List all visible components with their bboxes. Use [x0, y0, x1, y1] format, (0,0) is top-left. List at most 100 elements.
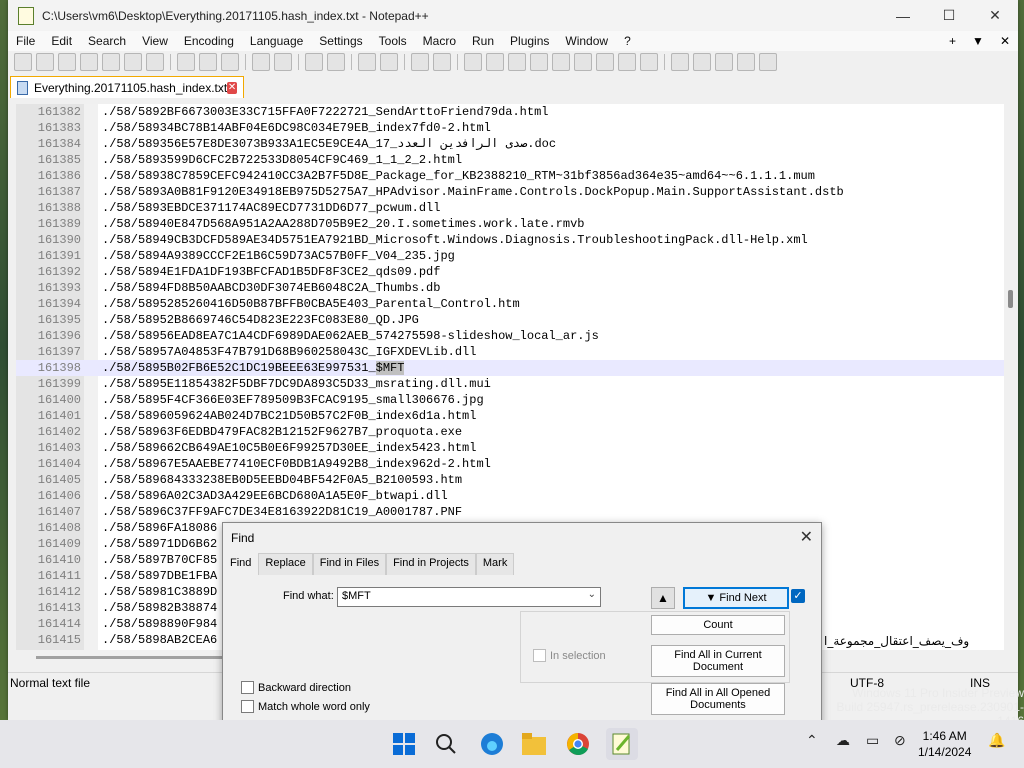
editor-line[interactable]: 161401 ./58/5896059624AB024D7BC21D50B57C2…	[16, 408, 1004, 424]
network-icon[interactable]: ☁	[836, 732, 850, 749]
word-wrap-icon[interactable]	[464, 53, 482, 71]
menu-run[interactable]: Run	[464, 34, 502, 48]
match-whole-word-checkbox[interactable]	[241, 700, 254, 713]
editor-line[interactable]: 161391 ./58/5894A9389CCCF2E1B6C59D73AC57B…	[16, 248, 1004, 264]
search-up-button[interactable]: ▲	[651, 587, 675, 609]
new-tab-plus-icon[interactable]: +	[941, 34, 964, 48]
backward-direction-option[interactable]: Backward direction	[241, 681, 351, 694]
open-file-icon[interactable]	[36, 53, 54, 71]
find-next-button[interactable]: ▼ Find Next	[683, 587, 789, 609]
find-all-opened-documents-button[interactable]: Find All in All Opened Documents	[651, 683, 785, 715]
tab-find-in-files[interactable]: Find in Files	[312, 553, 387, 575]
close-document-icon[interactable]: ✕	[992, 34, 1018, 48]
menu-plugins[interactable]: Plugins	[502, 34, 557, 48]
tab-mark[interactable]: Mark	[475, 553, 515, 575]
menu-window[interactable]: Window	[557, 34, 616, 48]
vertical-scroll-thumb[interactable]	[1008, 290, 1013, 308]
playback-macro-icon[interactable]	[715, 53, 733, 71]
stop-recording-icon[interactable]	[693, 53, 711, 71]
editor-line[interactable]: 161386 ./58/58938C7859CEFC942410CC3A2B7F5…	[16, 168, 1004, 184]
editor-line[interactable]: 161392 ./58/5894E1FDA1DF193BFCFAD1B5DF8F3…	[16, 264, 1004, 280]
menu-help[interactable]: ?	[616, 34, 639, 48]
find-all-current-document-button[interactable]: Find All in Current Document	[651, 645, 785, 677]
editor-line[interactable]: 161388 ./58/5893EBDCE371174AC89ECD7731DD6…	[16, 200, 1004, 216]
close-all-icon[interactable]	[124, 53, 142, 71]
editor-line[interactable]: 161383 ./58/58934BC78B14ABF04E6DC98C034E7…	[16, 120, 1004, 136]
menu-file[interactable]: File	[8, 34, 43, 48]
match-whole-word-option[interactable]: Match whole word only	[241, 700, 370, 713]
tab-find-in-projects[interactable]: Find in Projects	[386, 553, 476, 575]
menu-encoding[interactable]: Encoding	[176, 34, 242, 48]
find-dialog-close-icon[interactable]: ✕	[800, 527, 813, 547]
edge-browser-icon[interactable]	[476, 728, 508, 760]
editor-line[interactable]: 161403 ./58/589662CB649AE10C5B0E6F99257D3…	[16, 440, 1004, 456]
monitoring-icon[interactable]	[640, 53, 658, 71]
editor-line[interactable]: 161387 ./58/5893A0B81F9120E34918EB975D527…	[16, 184, 1004, 200]
chevron-down-icon[interactable]: ⌄	[588, 589, 596, 600]
function-list-icon[interactable]	[596, 53, 614, 71]
indent-guide-icon[interactable]	[508, 53, 526, 71]
copy-icon[interactable]	[199, 53, 217, 71]
editor-line[interactable]: 161398 ./58/5895B02FB6E52C1DC19BEEE63E997…	[16, 360, 1004, 376]
editor-line[interactable]: 161397 ./58/58957A04853F47B791D68B9602580…	[16, 344, 1004, 360]
editor-line[interactable]: 161389 ./58/58940E847D568A951A2AA288D705B…	[16, 216, 1004, 232]
search-icon[interactable]	[430, 728, 462, 760]
document-list-icon[interactable]	[574, 53, 592, 71]
menu-edit[interactable]: Edit	[43, 34, 80, 48]
sync-horizontal-icon[interactable]	[433, 53, 451, 71]
find-what-input[interactable]: $MFT ⌄	[337, 587, 601, 607]
editor-line[interactable]: 161396 ./58/58956EAD8EA7C1A4CDF6989DAE062…	[16, 328, 1004, 344]
find-next-option-checkbox[interactable]: ✓	[791, 589, 805, 603]
tab-find[interactable]: Find	[223, 553, 259, 575]
count-button[interactable]: Count	[651, 615, 785, 635]
zoom-in-icon[interactable]	[358, 53, 376, 71]
tab-close-icon[interactable]: ✕	[227, 81, 237, 94]
cut-icon[interactable]	[177, 53, 195, 71]
zoom-out-icon[interactable]	[380, 53, 398, 71]
file-explorer-icon[interactable]	[518, 728, 550, 760]
editor-line[interactable]: 161405 ./58/589684333238EB0D5EEBD04BF542F…	[16, 472, 1004, 488]
save-all-icon[interactable]	[80, 53, 98, 71]
replace-icon[interactable]	[327, 53, 345, 71]
print-icon[interactable]	[146, 53, 164, 71]
taskbar-clock[interactable]: 1:46 AM 1/14/2024	[918, 728, 971, 760]
maximize-button[interactable]: ☐	[926, 0, 972, 31]
undo-icon[interactable]	[252, 53, 270, 71]
find-icon[interactable]	[305, 53, 323, 71]
horizontal-scroll-thumb[interactable]	[36, 656, 236, 659]
sync-vertical-icon[interactable]	[411, 53, 429, 71]
tab-list-chevron-down-icon[interactable]: ▼	[964, 34, 992, 48]
editor-line[interactable]: 161400 ./58/5895F4CF366E03EF789509B3FCAC9…	[16, 392, 1004, 408]
menu-settings[interactable]: Settings	[311, 34, 370, 48]
editor-line[interactable]: 161407 ./58/5896C37FF9AFC7DE34E8163922D81…	[16, 504, 1004, 520]
chrome-icon[interactable]	[562, 728, 594, 760]
editor-line[interactable]: 161402 ./58/58963F6EDBD479FAC82B12152F962…	[16, 424, 1004, 440]
backward-direction-checkbox[interactable]	[241, 681, 254, 694]
save-macro-icon[interactable]	[759, 53, 777, 71]
tray-chevron-up-icon[interactable]: ⌃	[806, 732, 818, 749]
new-file-icon[interactable]	[14, 53, 32, 71]
editor-line[interactable]: 161393 ./58/5894FD8B50AABCD30DF3074EB6048…	[16, 280, 1004, 296]
folder-workspace-icon[interactable]	[618, 53, 636, 71]
minimize-button[interactable]: —	[880, 0, 926, 31]
menu-tools[interactable]: Tools	[371, 34, 415, 48]
display-icon[interactable]: ▭	[866, 732, 879, 749]
run-macro-multiple-icon[interactable]	[737, 53, 755, 71]
editor-line[interactable]: 161394 ./58/5895285260416D50B87BFFB0CBA5E…	[16, 296, 1004, 312]
show-all-characters-icon[interactable]	[486, 53, 504, 71]
menu-language[interactable]: Language	[242, 34, 311, 48]
editor-line[interactable]: 161395 ./58/58952B8669746C54D823E223FC083…	[16, 312, 1004, 328]
close-button[interactable]: ✕	[972, 0, 1018, 31]
redo-icon[interactable]	[274, 53, 292, 71]
editor-line[interactable]: 161406 ./58/5896A02C3AD3A429EE6BCD680A1A5…	[16, 488, 1004, 504]
editor-line[interactable]: 161404 ./58/58967E5AAEBE77410ECF0BDB1A949…	[16, 456, 1004, 472]
notification-bell-icon[interactable]: 🔔	[988, 732, 1005, 749]
editor-line[interactable]: 161399 ./58/5895E11854382F5DBF7DC9DA893C5…	[16, 376, 1004, 392]
volume-muted-icon[interactable]: ⊘	[894, 732, 906, 749]
menu-view[interactable]: View	[134, 34, 176, 48]
record-macro-icon[interactable]	[671, 53, 689, 71]
editor-line[interactable]: 161382 ./58/5892BF6673003E33C715FFA0F7222…	[16, 104, 1004, 120]
editor-line[interactable]: 161384 ./58/589356E57E8DE3073B933A1EC5E9C…	[16, 136, 1004, 152]
tab-replace[interactable]: Replace	[258, 553, 313, 575]
save-icon[interactable]	[58, 53, 76, 71]
